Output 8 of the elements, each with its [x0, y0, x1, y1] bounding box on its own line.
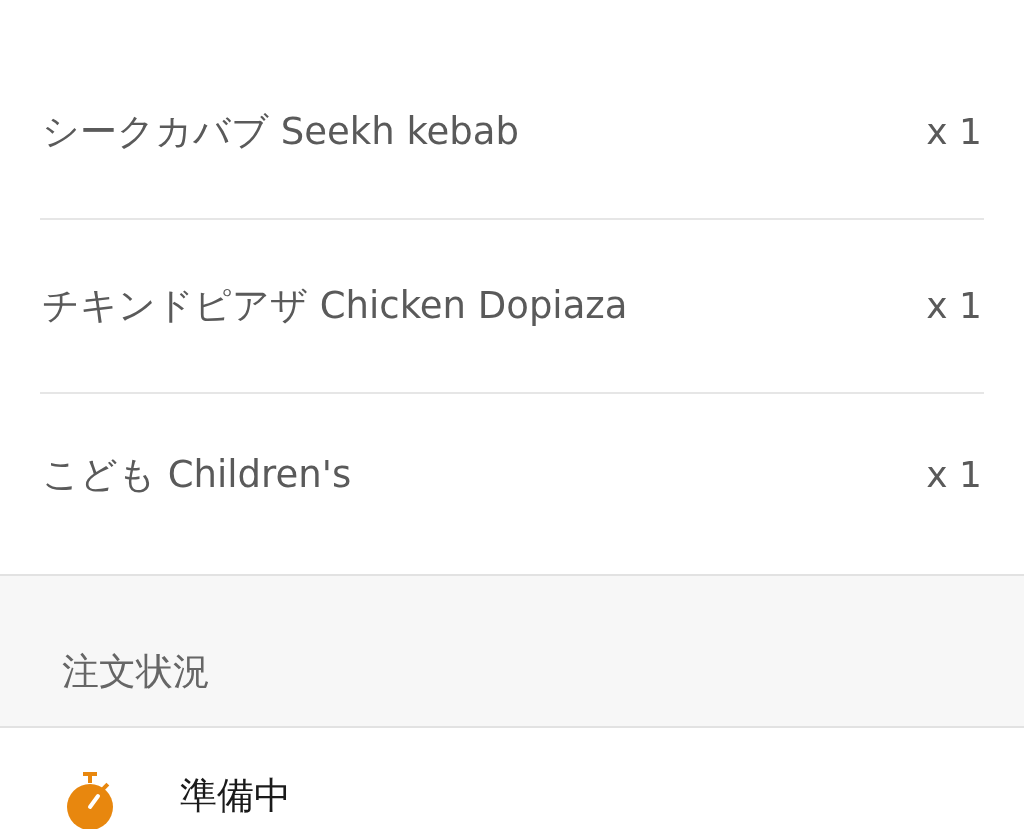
- item-name: こども Children's: [42, 452, 352, 498]
- status-label: 準備中: [180, 774, 291, 818]
- item-name: チキンドピアザ Chicken Dopiaza: [42, 283, 628, 329]
- item-quantity: x 1: [926, 110, 982, 154]
- item-name: シークカバブ Seekh kebab: [42, 109, 519, 155]
- item-quantity: x 1: [926, 284, 982, 328]
- item-quantity: x 1: [926, 453, 982, 497]
- section-heading: 注文状況: [62, 650, 210, 694]
